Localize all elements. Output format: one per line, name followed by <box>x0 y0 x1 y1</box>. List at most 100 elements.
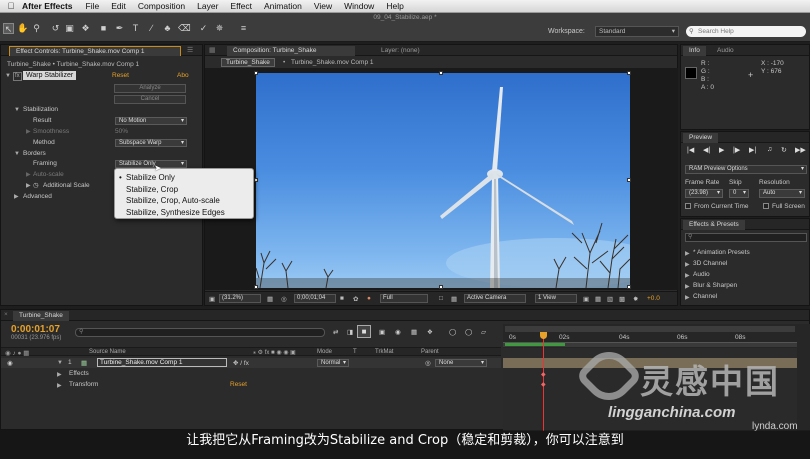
frame-handle-tc[interactable] <box>439 71 443 75</box>
region-of-interest-icon[interactable]: □ <box>439 295 443 302</box>
flowchart-tab[interactable]: Turbine_Shake <box>221 58 275 67</box>
mask-visibility-icon[interactable]: ◎ <box>281 295 287 303</box>
timeline-scrollbar[interactable] <box>797 324 810 431</box>
table-row[interactable]: ◉ ▼ 1 ▦ Turbine_Shake.mov Comp 1 ✥ / fx … <box>1 358 501 368</box>
pan-behind-tool-icon[interactable]: ❖ <box>80 23 91 34</box>
menu-animation[interactable]: Animation <box>264 1 302 11</box>
zoom-tool-icon[interactable]: ⚲ <box>31 23 42 34</box>
frame-handle-mr[interactable] <box>627 178 631 182</box>
composition-mini-flowchart-icon[interactable]: ⇄ <box>333 328 338 336</box>
loop-icon[interactable]: ↻ <box>781 146 787 154</box>
expand-icon[interactable]: ▶ <box>685 272 690 279</box>
rotate-tool-icon[interactable]: ↺ <box>50 23 61 34</box>
effect-name[interactable]: Warp Stabilizer <box>23 71 77 80</box>
col-parent[interactable]: Parent <box>421 349 439 355</box>
frame-handle-bc[interactable] <box>439 285 443 289</box>
current-time-indicator-handle[interactable] <box>540 332 547 339</box>
effect-reset-link[interactable]: Reset <box>112 72 129 79</box>
menu-item-stabilize-synthesize-edges[interactable]: Stabilize, Synthesize Edges <box>115 207 253 219</box>
apple-icon[interactable]:  <box>0 1 22 11</box>
eye-icon[interactable]: ◉ <box>7 359 13 367</box>
zoom-select[interactable]: (31.2%) <box>219 294 261 303</box>
timeline-icon[interactable]: ▧ <box>607 295 613 303</box>
frame-blending-icon[interactable]: ▣ <box>379 328 385 336</box>
full-screen-checkbox[interactable] <box>763 203 769 209</box>
reset-exposure-icon[interactable]: ✸ <box>633 295 638 303</box>
frame-rate-select[interactable]: (23.98) <box>685 189 723 198</box>
expand-icon[interactable]: ▶ <box>685 250 690 257</box>
framing-dropdown[interactable]: Stabilize Only <box>115 160 187 168</box>
mask-tool-icon[interactable]: ■ <box>98 23 109 34</box>
timeline-search-input[interactable]: ⚲ <box>75 328 325 337</box>
tab-layer[interactable]: Layer: (none) <box>375 46 455 56</box>
autoscale-expand-icon[interactable]: ▶ <box>26 171 31 178</box>
menu-edit[interactable]: Edit <box>111 1 126 11</box>
snapshot-icon[interactable]: ■ <box>340 295 344 302</box>
align-icon[interactable]: ≡ <box>238 23 249 34</box>
transform-expand-icon[interactable]: ▶ <box>57 382 62 389</box>
type-tool-icon[interactable]: T <box>130 23 141 34</box>
brush-tool-icon[interactable]: ∕ <box>146 23 157 34</box>
advanced-expand-icon[interactable]: ▶ <box>14 193 19 200</box>
composition-frame[interactable] <box>256 73 630 288</box>
layer-transform-group[interactable]: Transform <box>69 381 98 388</box>
col-trkmat[interactable]: TrkMat <box>375 349 393 355</box>
app-menu[interactable]: After Effects <box>22 1 73 11</box>
camera-tool-icon[interactable]: ▣ <box>64 23 75 34</box>
menu-help[interactable]: Help <box>386 1 403 11</box>
preset-item[interactable]: Blur & Sharpen <box>693 282 737 289</box>
safe-zones-icon[interactable]: ▦ <box>267 295 273 303</box>
fx-icon[interactable]: fx <box>13 72 22 81</box>
panel-menu-icon[interactable]: ☰ <box>187 46 193 54</box>
hand-tool-icon[interactable]: ✋ <box>17 23 28 34</box>
tab-effect-controls[interactable]: Effect Controls: Turbine_Shake.mov Comp … <box>9 46 181 56</box>
first-frame-icon[interactable]: |◀ <box>687 146 694 154</box>
menu-composition[interactable]: Composition <box>138 1 185 11</box>
menu-effect[interactable]: Effect <box>230 1 252 11</box>
result-dropdown[interactable]: No Motion <box>115 117 187 125</box>
layer-switches-icon[interactable]: ✥ / fx <box>233 359 249 367</box>
col-source-name[interactable]: Source Name <box>89 349 126 355</box>
expand-icon[interactable]: ▶ <box>685 294 690 301</box>
lock-icon[interactable]: ▦ <box>209 46 216 54</box>
effects-expand-icon[interactable]: ▶ <box>57 371 62 378</box>
motion-blur-icon[interactable]: ◉ <box>395 328 401 336</box>
layer-effects-group[interactable]: Effects <box>69 370 89 377</box>
timeline-current-time[interactable]: 0:00:01:07 <box>11 324 60 335</box>
preset-item[interactable]: Channel <box>693 293 717 299</box>
menu-layer[interactable]: Layer <box>197 1 218 11</box>
from-current-time-checkbox[interactable] <box>685 203 691 209</box>
stabilization-expand-icon[interactable]: ▼ <box>14 107 20 113</box>
draft-3d-icon[interactable]: ◨ <box>347 328 353 336</box>
pickwhip-icon[interactable]: ◎ <box>425 359 431 367</box>
effects-search-input[interactable]: ⚲ <box>685 233 807 242</box>
tab-composition[interactable]: Composition: Turbine_Shake <box>227 46 355 56</box>
menu-file[interactable]: File <box>86 1 100 11</box>
effect-about-link[interactable]: Abo <box>177 72 189 79</box>
eraser-tool-icon[interactable]: ⌫ <box>178 23 191 34</box>
effect-expand-icon[interactable]: ▼ <box>5 73 11 79</box>
toggle-pixel-aspect-icon[interactable]: ▣ <box>583 295 589 303</box>
preset-item[interactable]: Audio <box>693 271 710 278</box>
menu-view[interactable]: View <box>314 1 332 11</box>
col-mode[interactable]: Mode <box>317 349 332 355</box>
preset-item[interactable]: * Animation Presets <box>693 249 750 256</box>
fast-previews-icon[interactable]: ▦ <box>595 295 601 303</box>
selection-tool-icon[interactable]: ↖ <box>3 23 14 34</box>
skip-select[interactable]: 0 <box>729 189 749 198</box>
tab-effects-presets[interactable]: Effects & Presets <box>683 220 745 230</box>
expand-icon[interactable]: ▶ <box>685 283 690 290</box>
stopwatch-icon[interactable]: ◷ <box>33 181 39 189</box>
frame-handle-br[interactable] <box>627 285 631 289</box>
workspace-select[interactable]: Standard ▾ <box>595 26 679 37</box>
roto-brush-tool-icon[interactable]: ✓ <box>198 23 209 34</box>
play-icon[interactable]: ▶ <box>719 146 724 154</box>
analyze-button[interactable]: Analyze <box>114 84 186 93</box>
resolution-preview-select[interactable]: Auto <box>759 189 805 198</box>
layer-parent-select[interactable]: None <box>435 359 487 367</box>
col-t[interactable]: T <box>353 349 357 355</box>
method-dropdown[interactable]: Subspace Warp <box>115 139 187 147</box>
additional-scale-expand-icon[interactable]: ▶ <box>26 182 31 189</box>
frame-handle-bl[interactable] <box>254 285 258 289</box>
smoothness-value[interactable]: 50% <box>115 128 128 135</box>
